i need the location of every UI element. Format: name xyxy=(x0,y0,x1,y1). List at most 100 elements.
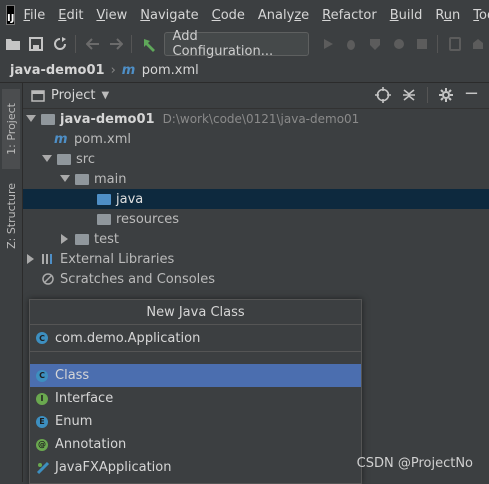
kind-annotation[interactable]: @ Annotation xyxy=(30,433,361,456)
kind-class-label: Class xyxy=(55,368,90,383)
class-name-value: com.demo.Application xyxy=(55,330,201,346)
header-separator xyxy=(426,87,428,103)
new-java-class-popup: New Java Class C com.demo.Application C … xyxy=(29,299,362,484)
menu-analyze[interactable]: Analyze xyxy=(258,8,309,23)
menu-edit[interactable]: Edit xyxy=(58,8,83,23)
menu-navigate[interactable]: Navigate xyxy=(140,8,198,23)
breadcrumb-project[interactable]: java-demo01 xyxy=(10,63,105,78)
collapse-arrow-icon[interactable] xyxy=(26,254,36,264)
tree-row-test[interactable]: test xyxy=(23,229,489,249)
tree-row-src[interactable]: src xyxy=(23,149,489,169)
folder-icon xyxy=(75,233,89,245)
src-label: src xyxy=(76,151,95,167)
toolbar-separator xyxy=(74,35,76,53)
tab-structure[interactable]: Z: Structure xyxy=(2,177,20,255)
build-hammer-icon[interactable] xyxy=(138,33,160,55)
project-panel-header: Project ▼ − xyxy=(23,83,489,109)
main-toolbar: Add Configuration... xyxy=(0,29,489,59)
tree-row-scratches[interactable]: Scratches and Consoles xyxy=(23,269,489,289)
java-label: java xyxy=(116,191,144,207)
debug-icon[interactable] xyxy=(341,33,363,55)
tab-structure-label: Z: Structure xyxy=(4,183,18,249)
project-root-label: java-demo01 xyxy=(60,111,155,127)
tab-project-label: 1: Project xyxy=(4,103,18,155)
kind-enum[interactable]: E Enum xyxy=(30,410,361,433)
hide-panel-icon[interactable]: − xyxy=(464,85,479,103)
toolbar-separator xyxy=(130,35,132,53)
annotation-icon: @ xyxy=(36,438,48,451)
project-tree: java-demo01 D:\work\code\0121\java-demo0… xyxy=(23,109,489,289)
expand-arrow-icon[interactable] xyxy=(60,174,70,184)
class-icon: C xyxy=(36,332,48,344)
main-label: main xyxy=(94,171,127,187)
project-view-icon xyxy=(31,89,45,102)
run-icon[interactable] xyxy=(317,33,339,55)
intellij-logo-icon: IJ xyxy=(6,5,16,25)
class-name-input[interactable]: C com.demo.Application xyxy=(30,325,361,352)
enum-icon: E xyxy=(36,415,48,428)
tree-row-external-libraries[interactable]: External Libraries xyxy=(23,249,489,269)
locate-target-icon[interactable] xyxy=(374,87,391,103)
toolbar-separator xyxy=(436,35,438,53)
kind-javafx-label: JavaFXApplication xyxy=(55,460,172,475)
kind-interface-label: Interface xyxy=(55,391,114,406)
project-root-path: D:\work\code\0121\java-demo01 xyxy=(162,112,360,126)
collapse-arrow-icon[interactable] xyxy=(60,234,70,244)
sdk-manager-icon[interactable] xyxy=(468,33,489,55)
watermark: CSDN @ProjectNo xyxy=(356,456,473,471)
menu-build[interactable]: Build xyxy=(390,8,423,23)
tree-row-pom[interactable]: m pom.xml xyxy=(23,129,489,149)
menu-tools[interactable]: Tools xyxy=(473,8,489,23)
class-icon: C xyxy=(36,369,48,382)
tab-project[interactable]: 1: Project xyxy=(2,89,20,169)
collapse-all-icon[interactable] xyxy=(401,87,417,103)
menu-view[interactable]: View xyxy=(96,8,127,23)
menu-file[interactable]: File xyxy=(23,8,45,23)
source-folder-icon xyxy=(97,193,111,205)
expand-arrow-icon[interactable] xyxy=(26,114,36,124)
scratches-label: Scratches and Consoles xyxy=(60,271,216,287)
left-tool-strip: 1: Project Z: Structure xyxy=(0,83,23,482)
device-icon[interactable] xyxy=(444,33,466,55)
menu-run[interactable]: Run xyxy=(435,8,460,23)
sync-icon[interactable] xyxy=(49,33,71,55)
breadcrumb: java-demo01 › m pom.xml xyxy=(0,58,489,83)
expand-arrow-icon[interactable] xyxy=(42,154,52,164)
stop-icon[interactable] xyxy=(411,33,433,55)
maven-file-icon: m xyxy=(121,62,136,78)
interface-icon: I xyxy=(36,392,48,405)
resources-folder-icon xyxy=(97,213,111,225)
project-view-dropdown[interactable]: Project xyxy=(51,88,95,103)
folder-icon xyxy=(57,153,71,165)
kind-javafx-application[interactable]: JavaFXApplication xyxy=(30,456,361,479)
class-kind-list: C Class I Interface E Enum @ Annotation … xyxy=(30,364,361,479)
menu-bar: IJ File Edit View Navigate Code Analyze … xyxy=(0,0,489,30)
back-arrow-icon[interactable] xyxy=(82,33,104,55)
add-configuration-button[interactable]: Add Configuration... xyxy=(163,29,309,59)
open-folder-icon[interactable] xyxy=(2,33,24,55)
gear-icon[interactable] xyxy=(438,87,454,103)
kind-class[interactable]: C Class xyxy=(30,364,361,387)
maven-file-icon: m xyxy=(54,131,68,147)
kind-annotation-label: Annotation xyxy=(55,437,127,452)
tree-row-main[interactable]: main xyxy=(23,169,489,189)
menu-refactor[interactable]: Refactor xyxy=(322,8,377,23)
tree-row-java[interactable]: java xyxy=(23,189,489,209)
breadcrumb-file[interactable]: pom.xml xyxy=(142,63,199,78)
javafx-icon xyxy=(36,461,50,474)
folder-icon xyxy=(75,173,89,185)
tree-row-resources[interactable]: resources xyxy=(23,209,489,229)
scratches-icon xyxy=(42,273,54,285)
coverage-icon[interactable] xyxy=(364,33,386,55)
module-folder-icon xyxy=(41,113,55,125)
chevron-down-icon[interactable]: ▼ xyxy=(101,90,109,101)
kind-interface[interactable]: I Interface xyxy=(30,387,361,410)
profile-icon[interactable] xyxy=(388,33,410,55)
pom-label: pom.xml xyxy=(74,131,131,147)
tree-row-root[interactable]: java-demo01 D:\work\code\0121\java-demo0… xyxy=(23,109,489,129)
test-label: test xyxy=(94,231,119,247)
chevron-right-icon: › xyxy=(110,62,116,78)
menu-code[interactable]: Code xyxy=(212,8,245,23)
forward-arrow-icon[interactable] xyxy=(105,33,127,55)
save-all-icon[interactable] xyxy=(26,33,48,55)
